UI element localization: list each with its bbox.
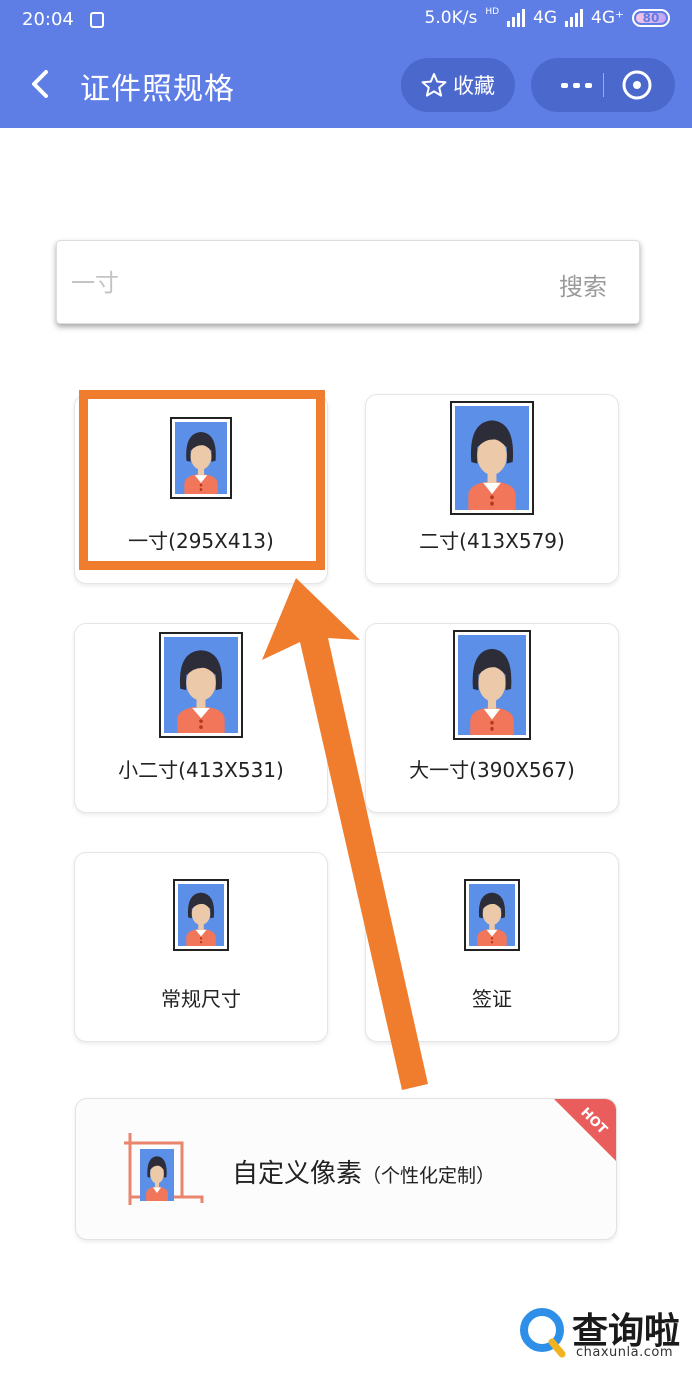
notification-icon [90,12,104,28]
hot-badge: HOT [554,1099,616,1161]
portrait-icon [173,879,229,951]
page-title: 证件照规格 [80,72,235,107]
custom-pixel-card[interactable]: 自定义像素（个性化定制） HOT [75,1098,617,1240]
status-time: 20:04 [22,9,74,30]
spec-label: 签证 [472,987,512,1011]
spec-label: 小二寸(413X531) [118,758,284,782]
status-bar: 20:04 5.0K/s HD 4G 4G⁺ 80 [0,0,692,42]
spec-card-small-2-inch[interactable]: 小二寸(413X531) [74,623,328,813]
battery-level: 80 [642,11,660,25]
custom-pixel-title: 自定义像素（个性化定制） [232,1153,495,1190]
portrait-icon [159,632,243,738]
highlight-box [79,390,325,570]
portrait-icon [464,879,520,951]
battery-icon: 80 [632,9,670,27]
favorite-label: 收藏 [453,74,495,98]
search-input[interactable] [71,263,491,303]
watermark-url: chaxunla.com [576,1345,673,1360]
custom-pixel-subtitle: （个性化定制） [362,1165,496,1187]
spec-card-regular[interactable]: 常规尺寸 [74,852,328,1042]
signal-icon-2 [565,9,584,27]
spec-card-2-inch[interactable]: 二寸(413X579) [365,394,619,584]
hd-label: HD [485,7,500,17]
more-icon[interactable] [551,58,601,112]
custom-pixel-label: 自定义像素 [232,1159,363,1189]
net-speed: 5.0K/s [424,8,478,28]
star-icon [421,73,447,97]
network-type-2: 4G⁺ [591,8,624,28]
signal-icon [507,9,526,27]
spec-card-big-1-inch[interactable]: 大一寸(390X567) [365,623,619,813]
mini-program-capsule [531,58,675,112]
portrait-icon [453,630,531,740]
close-circle-icon[interactable] [621,69,653,101]
crop-portrait-icon [124,1133,204,1205]
network-type-1: 4G [533,8,558,28]
portrait-icon [450,401,534,515]
spec-label: 大一寸(390X567) [409,758,575,782]
spec-label: 常规尺寸 [161,987,241,1011]
capsule-divider [603,73,604,97]
search-button[interactable]: 搜索 [559,267,607,302]
search-box: 搜索 [56,240,640,324]
spec-card-visa[interactable]: 签证 [365,852,619,1042]
favorite-button[interactable]: 收藏 [401,58,515,112]
nav-bar: 证件照规格 收藏 [0,42,692,128]
status-indicators: 5.0K/s HD 4G 4G⁺ 80 [424,7,670,28]
back-arrow-icon[interactable] [22,64,62,104]
spec-label: 二寸(413X579) [419,529,565,553]
